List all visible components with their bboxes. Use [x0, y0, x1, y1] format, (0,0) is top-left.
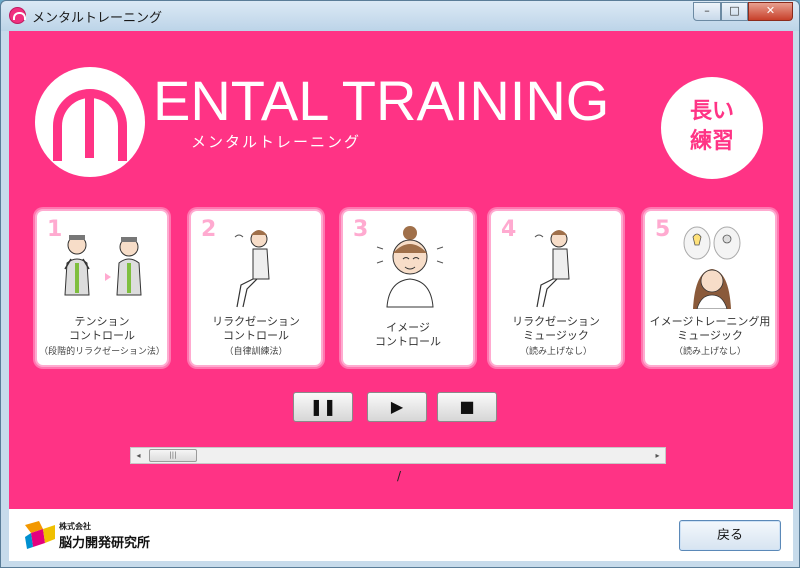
- window-title: メンタルトレーニング: [32, 11, 163, 26]
- time-display: /: [397, 469, 402, 483]
- stop-button[interactable]: ■: [437, 392, 497, 422]
- company-type-label: 株式会社: [59, 522, 91, 531]
- scroll-thumb[interactable]: |||: [149, 449, 197, 462]
- card-title-line1: リラクゼーション: [212, 315, 300, 328]
- card-title-line2: コントロール: [375, 335, 441, 348]
- mode-badge-line2: 練習: [689, 129, 734, 154]
- card-title-line2: ミュージック: [677, 329, 743, 342]
- smiling-woman-icon: [376, 226, 444, 308]
- card-note: （自律訓練法）: [224, 347, 288, 357]
- tension-illustration-icon: [64, 235, 142, 296]
- scroll-left-arrow-icon[interactable]: ◂: [131, 448, 146, 463]
- card-title-line2: ミュージック: [523, 329, 589, 342]
- logo-title: ENTAL TRAINING: [153, 69, 610, 132]
- play-button[interactable]: ▶: [367, 392, 427, 422]
- back-button[interactable]: 戻る: [679, 520, 781, 551]
- card-title-line2: コントロール: [223, 329, 289, 342]
- scroll-right-arrow-icon[interactable]: ▸: [650, 448, 665, 463]
- card-image-training-music[interactable]: 5 イメージトレーニング用 ミュージック （読み上げなし）: [643, 209, 777, 367]
- card-title-line1: テンション: [74, 315, 130, 328]
- card-note: （読み上げなし）: [673, 347, 746, 357]
- card-image-control[interactable]: 3 イメージ コントロール: [341, 209, 475, 367]
- footer-bar: 株式会社 脳力開発研究所 戻る: [9, 509, 793, 561]
- mode-badge-line1: 長い: [689, 99, 734, 124]
- card-note: （読み上げなし）: [519, 347, 592, 357]
- seek-scrollbar[interactable]: ◂ ||| ▸: [130, 447, 666, 464]
- seated-woman-icon: [234, 230, 270, 308]
- card-title-line1: イメージ: [386, 321, 430, 334]
- card-title-line1: イメージトレーニング用: [649, 315, 771, 328]
- seated-woman-icon: [534, 230, 570, 308]
- title-bar[interactable]: メンタルトレーニング – □ ✕: [1, 1, 799, 31]
- card-note: （段階的リラクゼーション法）: [39, 347, 165, 357]
- card-title-line1: リラクゼーション: [512, 315, 600, 328]
- thinking-woman-icon: [683, 226, 741, 309]
- app-window: メンタルトレーニング – □ ✕ ENTAL TRAINING メンタルトレーニ…: [0, 0, 800, 568]
- pause-button[interactable]: ❚❚: [293, 392, 353, 422]
- logo-subtitle: メンタルトレーニング: [191, 133, 362, 151]
- mode-badge: 長い 練習: [661, 77, 763, 179]
- main-panel: ENTAL TRAINING メンタルトレーニング 長い 練習 1 テンション …: [9, 31, 793, 561]
- card-title-line2: コントロール: [69, 329, 135, 342]
- card-tension-control[interactable]: 1 テンション コントロール （段階的リラクゼーション法）: [35, 209, 169, 367]
- company-name: 脳力開発研究所: [59, 536, 151, 551]
- card-relaxation-control[interactable]: 2 リラクゼーション コントロール （自律訓練法）: [189, 209, 323, 367]
- app-icon: [9, 7, 26, 24]
- close-button[interactable]: ✕: [748, 2, 793, 21]
- card-relaxation-music[interactable]: 4 リラクゼーション ミュージック （読み上げなし）: [489, 209, 623, 367]
- minimize-button[interactable]: –: [693, 2, 721, 21]
- logo-m-icon: [35, 67, 145, 177]
- company-logo-icon: [25, 521, 55, 549]
- maximize-button[interactable]: □: [721, 2, 748, 21]
